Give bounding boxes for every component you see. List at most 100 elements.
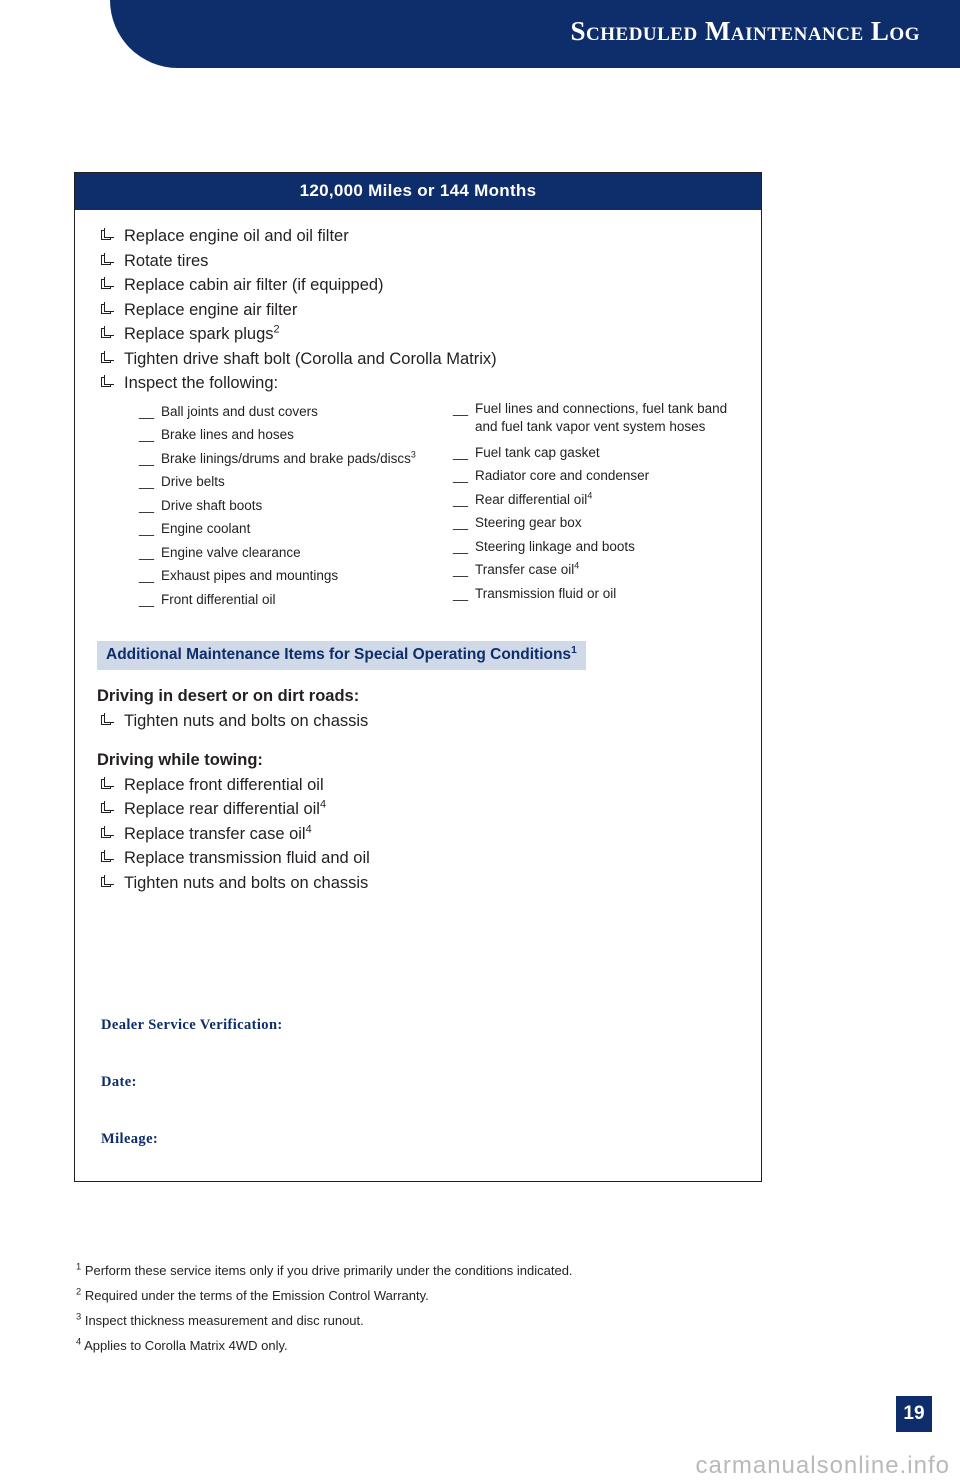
list-item-label: Replace transmission fluid and oil [124, 849, 370, 867]
list-item[interactable]: Replace cabin air filter (if equipped) [97, 273, 739, 298]
footnote-ref: 3 [410, 449, 416, 459]
inspect-item-label: Drive belts [161, 474, 225, 489]
list-item[interactable]: Tighten nuts and bolts on chassis [97, 871, 739, 896]
list-item[interactable]: Replace rear differential oil4 [97, 797, 739, 822]
checkbox-icon[interactable] [101, 350, 114, 363]
special-conditions-label: Additional Maintenance Items for Special… [106, 646, 572, 663]
inspect-column-left: __ Ball joints and dust covers __ Brake li… [139, 400, 439, 612]
inspect-item-label: Brake linings/drums and brake pads/discs [161, 450, 411, 466]
list-item[interactable]: Replace front differential oil [97, 773, 739, 798]
inspect-item-label: Transmission fluid or oil [475, 585, 617, 601]
inspect-column-right: __ Fuel lines and connections, fuel tank … [439, 400, 739, 612]
inspect-item[interactable]: __ Ball joints and dust covers [139, 400, 439, 424]
list-item-label: Replace front differential oil [124, 775, 324, 794]
checkbox-icon[interactable] [101, 277, 114, 289]
footnote-text: Applies to Corolla Matrix 4WD only. [84, 1338, 288, 1353]
checkbox-icon[interactable] [101, 776, 114, 789]
list-item-label: Inspect the following: [124, 374, 279, 392]
blank-line: __ [139, 497, 155, 513]
checkbox-icon[interactable] [101, 375, 114, 387]
checkbox-icon[interactable] [101, 326, 114, 338]
list-item[interactable]: Tighten nuts and bolts on chassis [97, 709, 739, 734]
inspect-item[interactable]: __ Transmission fluid or oil [453, 582, 739, 606]
list-item[interactable]: Replace transmission fluid and oil [97, 846, 739, 871]
blank-line: __ [139, 521, 155, 536]
inspect-item[interactable]: __ Brake lines and hoses [139, 423, 439, 447]
inspect-item-label: Engine valve clearance [161, 544, 301, 560]
blank-line: __ [453, 585, 469, 601]
checkbox-icon[interactable] [101, 825, 114, 838]
checkbox-icon[interactable] [101, 301, 114, 314]
footnote: 4 Applies to Corolla Matrix 4WD only. [76, 1333, 776, 1358]
checkbox-icon[interactable] [101, 252, 114, 265]
list-item[interactable]: Replace transfer case oil4 [97, 822, 739, 847]
desert-driving-heading: Driving in desert or on dirt roads: [97, 687, 360, 705]
blank-line: __ [139, 544, 155, 560]
inspect-item[interactable]: __ Drive belts [139, 470, 439, 494]
page-header-band: Scheduled Maintenance Log [110, 0, 960, 68]
list-item[interactable]: Replace spark plugs2 [97, 322, 739, 347]
site-watermark: carmanualsonline.info [695, 1452, 950, 1479]
inspect-item[interactable]: __ Front differential oil [139, 588, 439, 612]
inspect-item[interactable]: __ Fuel lines and connections, fuel tank … [453, 400, 739, 436]
blank-line: __ [453, 444, 469, 460]
footnote: 2 Required under the terms of the Emissi… [76, 1283, 776, 1308]
list-item[interactable]: Inspect the following: [97, 371, 739, 396]
main-service-items-list: Replace engine oil and oil filter Rotate… [97, 224, 739, 396]
inspect-item[interactable]: __ Engine coolant [139, 517, 439, 541]
blank-line: __ [453, 562, 469, 577]
checkbox-icon[interactable] [101, 850, 114, 862]
inspect-item-label: Rear differential oil [475, 491, 588, 507]
footnote: 3 Inspect thickness measurement and disc… [76, 1308, 776, 1333]
dealer-service-verification-label: Dealer Service Verification: [101, 1017, 283, 1033]
blank-line: __ [139, 568, 155, 583]
list-item-label: Rotate tires [124, 251, 209, 270]
list-item[interactable]: Rotate tires [97, 249, 739, 274]
list-item-label: Replace engine air filter [124, 300, 298, 319]
inspect-item-label: Steering linkage and boots [475, 538, 635, 554]
inspect-item[interactable]: __ Fuel tank cap gasket [453, 441, 739, 465]
inspect-items-columns: __ Ball joints and dust covers __ Brake li… [97, 400, 739, 612]
inspect-item[interactable]: __ Engine valve clearance [139, 541, 439, 565]
inspect-item[interactable]: __ Steering gear box [453, 511, 739, 535]
inspect-item[interactable]: __ Steering linkage and boots [453, 535, 739, 559]
checkbox-icon[interactable] [101, 874, 114, 887]
inspect-item-label: Brake lines and hoses [161, 427, 294, 442]
inspect-item-label: Ball joints and dust covers [161, 403, 318, 419]
special-conditions-header: Additional Maintenance Items for Special… [97, 641, 586, 670]
checkbox-icon[interactable] [101, 228, 114, 240]
footnote-marker: 3 [76, 1311, 82, 1322]
checkbox-icon[interactable] [101, 713, 114, 725]
footnote-ref: 4 [319, 798, 327, 811]
inspect-item[interactable]: __ Rear differential oil4 [453, 488, 739, 512]
footnote-text: Required under the terms of the Emission… [84, 1288, 429, 1303]
list-item[interactable]: Tighten drive shaft bolt (Corolla and Co… [97, 347, 739, 372]
checkbox-icon[interactable] [101, 801, 114, 813]
inspect-item-label: Fuel tank cap gasket [475, 444, 600, 460]
blank-line: __ [139, 591, 155, 607]
footnote-marker: 4 [76, 1336, 82, 1347]
list-item[interactable]: Replace engine oil and oil filter [97, 224, 739, 249]
inspect-item[interactable]: __ Drive shaft boots [139, 494, 439, 518]
inspect-item-label: Fuel lines and connections, fuel tank ba… [475, 400, 728, 434]
inspect-item[interactable]: __ Exhaust pipes and mountings [139, 564, 439, 588]
inspect-item-label: Drive shaft boots [161, 497, 263, 513]
page-number-badge: 19 [896, 1396, 932, 1432]
list-item-label: Tighten drive shaft bolt (Corolla and Co… [124, 349, 497, 368]
interval-title: 120,000 Miles or 144 Months [75, 173, 761, 210]
inspect-item[interactable]: __ Radiator core and condenser [453, 464, 739, 488]
footnote-marker: 1 [76, 1261, 82, 1272]
dealer-verification-block: Dealer Service Verification: Date: Milea… [97, 1017, 739, 1148]
footnote-text: Inspect thickness measurement and disc r… [84, 1313, 364, 1328]
footnote-ref: 2 [273, 323, 280, 336]
list-item-label: Replace rear differential oil [124, 800, 320, 818]
list-item[interactable]: Replace engine air filter [97, 298, 739, 323]
inspect-item-label: Exhaust pipes and mountings [161, 568, 339, 583]
inspect-item[interactable]: __ Brake linings/drums and brake pads/dis… [139, 447, 439, 471]
footnote-marker: 2 [76, 1286, 82, 1297]
footnote: 1 Perform these service items only if yo… [76, 1258, 776, 1283]
blank-line: __ [453, 400, 469, 416]
footnote-ref: 4 [305, 823, 312, 835]
date-label: Date: [101, 1074, 137, 1090]
inspect-item[interactable]: __ Transfer case oil4 [453, 558, 739, 582]
